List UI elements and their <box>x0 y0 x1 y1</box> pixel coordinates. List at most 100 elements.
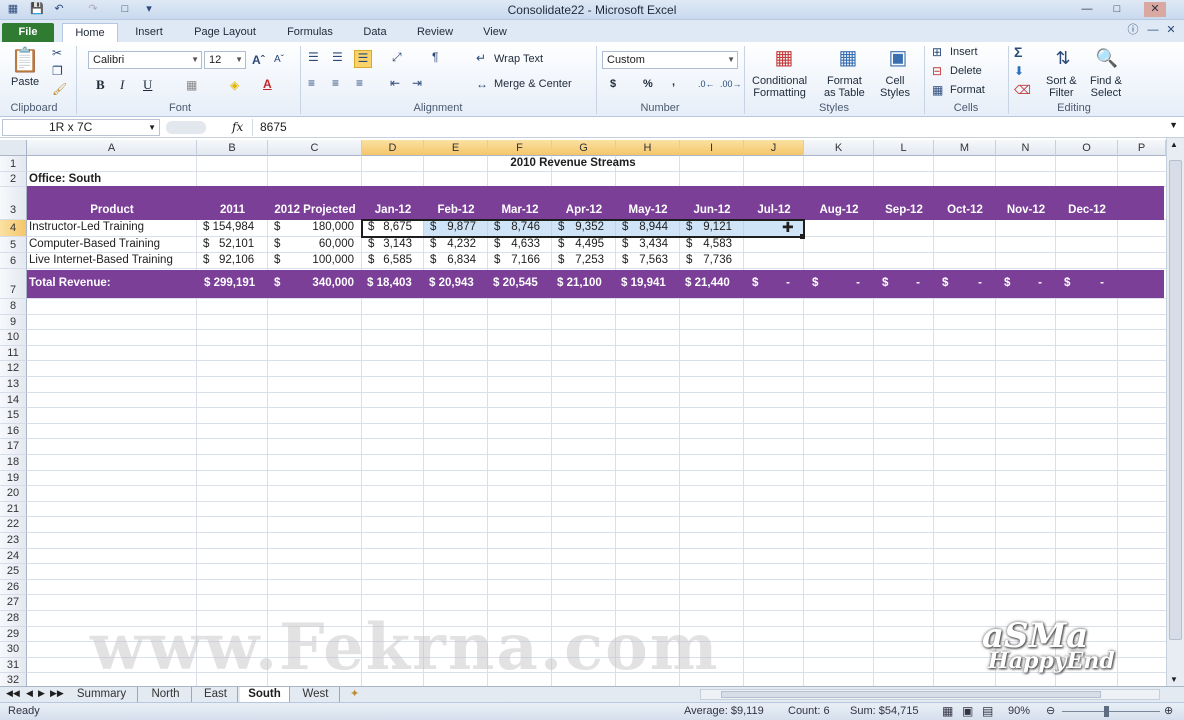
find-select-button[interactable]: Find & Select <box>1090 75 1122 99</box>
row-header-26[interactable]: 26 <box>0 579 27 596</box>
row-header-28[interactable]: 28 <box>0 611 27 627</box>
fill-handle[interactable] <box>800 234 805 239</box>
increase-indent-icon[interactable]: ⇥ <box>412 76 422 90</box>
row-header-8[interactable]: 8 <box>0 299 27 315</box>
column-header-j[interactable]: J <box>744 140 804 156</box>
worksheet-grid[interactable]: ABCDEFGHIJKLMNOP 1 2 3 4 5 6 7 8 9 10 11 12 13 14 15 16… <box>0 140 1166 686</box>
font-name-combo[interactable]: Calibri ▼ <box>88 51 202 69</box>
row-header-21[interactable]: 21 <box>0 501 27 518</box>
tab-formulas[interactable]: Formulas <box>278 23 342 42</box>
page-layout-view-icon[interactable]: ▣ <box>962 704 973 718</box>
column-header-f[interactable]: F <box>488 140 552 156</box>
column-header-k[interactable]: K <box>804 140 874 156</box>
bold-button[interactable]: B <box>96 77 105 93</box>
tab-insert[interactable]: Insert <box>126 23 172 42</box>
format-as-table-button[interactable]: Format as Table <box>824 75 865 99</box>
font-size-combo[interactable]: 12 ▼ <box>204 51 246 69</box>
sheet-tab-north[interactable]: North <box>140 687 192 702</box>
italic-button[interactable]: I <box>120 77 124 93</box>
grow-font-icon[interactable]: Aˆ <box>252 53 265 67</box>
align-left-icon[interactable]: ≡ <box>308 76 315 90</box>
orientation-icon[interactable]: ⤢ <box>392 50 402 64</box>
column-header-n[interactable]: N <box>996 140 1056 156</box>
delete-cells-button[interactable]: Delete <box>950 65 982 77</box>
row-header-24[interactable]: 24 <box>0 548 27 565</box>
decrease-indent-icon[interactable]: ⇤ <box>390 76 400 90</box>
zoom-in-icon[interactable]: ⊕ <box>1164 704 1173 717</box>
minimize-button[interactable]: — <box>1076 2 1098 17</box>
row-header-17[interactable]: 17 <box>0 439 27 455</box>
row-header-20[interactable]: 20 <box>0 486 27 502</box>
normal-view-icon[interactable]: ▦ <box>942 704 953 718</box>
zoom-out-icon[interactable]: ⊖ <box>1046 704 1055 717</box>
align-center-icon[interactable]: ≡ <box>332 76 339 90</box>
row-header-18[interactable]: 18 <box>0 455 27 471</box>
percent-button[interactable]: % <box>643 78 653 90</box>
tab-view[interactable]: View <box>474 23 516 42</box>
column-header-d[interactable]: D <box>362 140 424 156</box>
row-header-2[interactable]: 2 <box>0 172 27 187</box>
format-cells-button[interactable]: Format <box>950 84 985 96</box>
name-box[interactable]: 1R x 7C ▼ <box>2 119 160 136</box>
row-header-3[interactable]: 3 <box>0 187 27 220</box>
paste-icon[interactable]: 📋 <box>10 46 40 76</box>
row-header-13[interactable]: 13 <box>0 377 27 393</box>
sheet-tab-south[interactable]: South <box>240 687 290 702</box>
maximize-button[interactable]: □ <box>1106 2 1128 17</box>
row-header-5[interactable]: 5 <box>0 237 27 253</box>
row-header-23[interactable]: 23 <box>0 533 27 549</box>
row-header-11[interactable]: 11 <box>0 345 27 362</box>
row-header-4[interactable]: 4 <box>0 220 27 237</box>
fill-color-icon[interactable]: ◈ <box>230 78 239 92</box>
align-right-icon[interactable]: ≡ <box>356 76 363 90</box>
row-header-16[interactable]: 16 <box>0 423 27 440</box>
clear-icon[interactable]: ⌫ <box>1014 83 1031 97</box>
tab-data[interactable]: Data <box>354 23 396 42</box>
scroll-down-icon[interactable]: ▼ <box>1170 675 1178 684</box>
column-header-l[interactable]: L <box>874 140 934 156</box>
vertical-scroll-thumb[interactable] <box>1169 160 1182 640</box>
autosum-icon[interactable]: Σ <box>1014 45 1022 59</box>
row-header-25[interactable]: 25 <box>0 564 27 580</box>
row-header-22[interactable]: 22 <box>0 517 27 533</box>
first-sheet-icon[interactable]: ◀◀ <box>6 688 20 699</box>
formula-input[interactable]: 8675 <box>252 119 1166 136</box>
row-header-31[interactable]: 31 <box>0 657 27 674</box>
cell-styles-button[interactable]: Cell Styles <box>880 75 910 99</box>
prev-sheet-icon[interactable]: ◀ <box>26 688 33 699</box>
number-format-combo[interactable]: Custom ▼ <box>602 51 738 69</box>
row-header-19[interactable]: 19 <box>0 470 27 487</box>
increase-decimal-icon[interactable]: .0← <box>698 77 715 91</box>
row-header-12[interactable]: 12 <box>0 361 27 377</box>
row-header-7[interactable]: 7 <box>0 269 27 299</box>
wrap-text-button[interactable]: Wrap Text <box>494 53 543 65</box>
column-header-c[interactable]: C <box>268 140 362 156</box>
align-middle-icon[interactable]: ☰ <box>332 50 343 64</box>
currency-button[interactable]: $ <box>610 78 616 90</box>
sort-filter-button[interactable]: Sort & Filter <box>1046 75 1077 99</box>
merge-center-button[interactable]: Merge & Center <box>494 78 572 90</box>
column-header-a[interactable]: A <box>27 140 197 156</box>
cut-icon[interactable]: ✂ <box>52 46 62 60</box>
row-header-27[interactable]: 27 <box>0 595 27 611</box>
row-header-1[interactable]: 1 <box>0 156 27 172</box>
column-header-p[interactable]: P <box>1118 140 1166 156</box>
page-break-view-icon[interactable]: ▤ <box>982 704 993 718</box>
column-header-m[interactable]: M <box>934 140 996 156</box>
vertical-scrollbar[interactable]: ▲ ▼ <box>1166 138 1184 686</box>
ribbon-close-icon[interactable]: ✕ <box>1164 24 1178 37</box>
insert-sheet-icon[interactable]: ✦ <box>350 687 359 700</box>
zoom-level[interactable]: 90% <box>1008 705 1030 717</box>
horizontal-scrollbar[interactable] <box>700 689 1160 700</box>
horizontal-scroll-thumb[interactable] <box>721 691 1101 698</box>
next-sheet-icon[interactable]: ▶ <box>38 688 45 699</box>
insert-function-icon[interactable]: fx <box>232 120 243 134</box>
row-header-15[interactable]: 15 <box>0 408 27 424</box>
sheet-tab-west[interactable]: West <box>292 687 340 702</box>
paste-button[interactable]: Paste <box>11 76 39 88</box>
zoom-slider[interactable] <box>1062 711 1160 712</box>
tab-review[interactable]: Review <box>408 23 462 42</box>
decrease-decimal-icon[interactable]: .00→ <box>720 77 742 91</box>
shrink-font-icon[interactable]: Aˇ <box>274 53 284 67</box>
scroll-up-icon[interactable]: ▲ <box>1170 140 1178 149</box>
